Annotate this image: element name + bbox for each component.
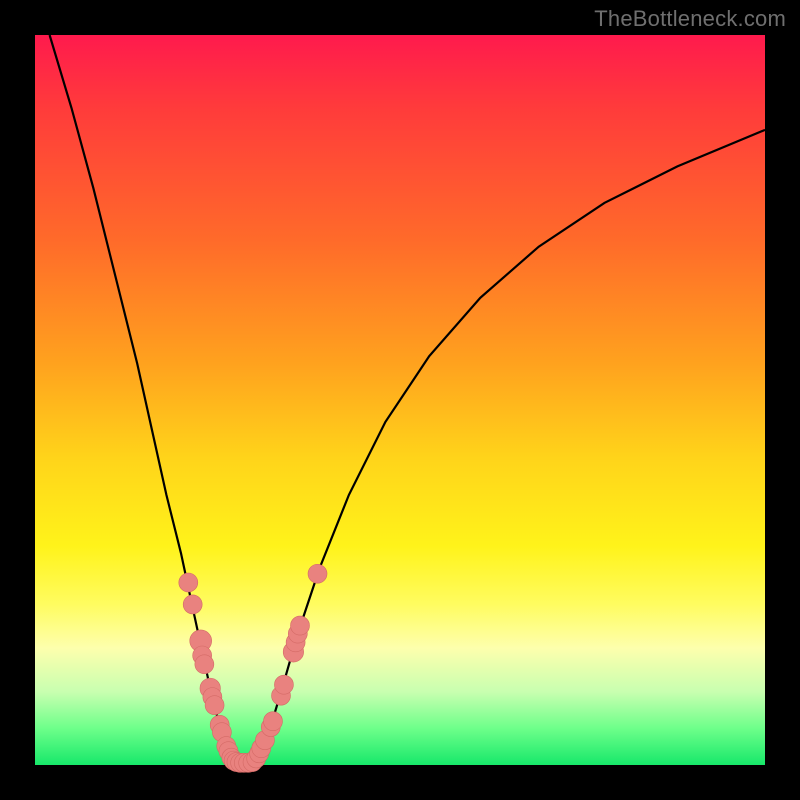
chart-frame: TheBottleneck.com: [0, 0, 800, 800]
data-marker: [263, 712, 282, 731]
watermark-text: TheBottleneck.com: [594, 6, 786, 32]
data-marker: [291, 616, 310, 635]
data-marker: [195, 655, 214, 674]
data-marker: [183, 595, 202, 614]
chart-svg: [35, 35, 765, 765]
marker-layer: [179, 564, 327, 772]
data-marker: [179, 573, 198, 592]
data-marker: [205, 696, 224, 715]
data-marker: [308, 564, 327, 583]
data-marker: [274, 675, 293, 694]
right-branch-curve: [254, 130, 765, 761]
